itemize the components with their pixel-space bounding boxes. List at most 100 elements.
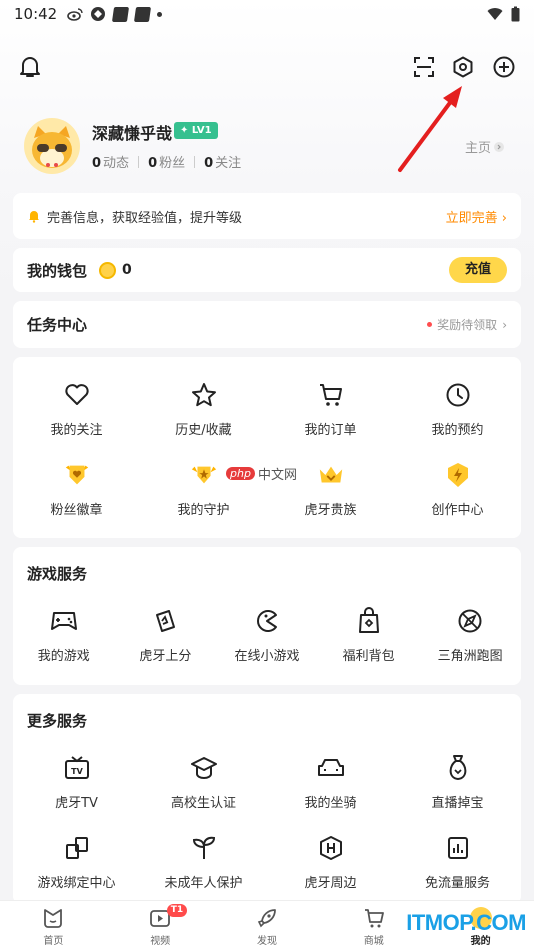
item-label: 虎牙贵族 [304, 503, 357, 518]
watermark-php: php 中文网 [226, 464, 297, 483]
student-verification-button[interactable]: 高校生认证 [140, 754, 267, 811]
more-services-row-1: TV 虎牙TV 高校生认证 我的坐骑 直播掉宝 [13, 754, 521, 811]
tv-icon: TV [63, 754, 91, 782]
complete-now-link[interactable]: 立即完善 › [446, 207, 507, 226]
huya-merch-button[interactable]: 虎牙周边 [267, 834, 394, 891]
my-follows-button[interactable]: 我的关注 [13, 381, 140, 438]
my-games-button[interactable]: 我的游戏 [13, 607, 115, 664]
item-label: 免流量服务 [424, 876, 490, 891]
item-label: 福利背包 [342, 649, 395, 664]
task-center-title: 任务中心 [27, 316, 88, 334]
item-label: 三角洲跑图 [437, 649, 503, 664]
crown-icon [317, 461, 345, 489]
item-label: 我的关注 [50, 423, 103, 438]
item-label: 游戏绑定中心 [37, 876, 116, 891]
scan-icon[interactable] [409, 52, 439, 82]
my-reservations-button[interactable]: 我的预约 [394, 381, 521, 438]
item-label: 我的游戏 [37, 649, 90, 664]
data-free-service-button[interactable]: 免流量服务 [394, 834, 521, 891]
compass-icon [456, 607, 484, 635]
divider [194, 155, 196, 168]
fan-badge-icon [63, 461, 91, 489]
svg-text:TV: TV [71, 767, 83, 776]
level-badge: ✦ LV1 [174, 122, 218, 139]
add-icon[interactable] [489, 52, 519, 82]
bind-icon [63, 834, 91, 862]
item-label: 虎牙TV [55, 796, 98, 811]
watermark-itmop: ITMOP.COM [406, 910, 526, 935]
item-label: 我的坐骑 [304, 796, 357, 811]
car-icon [317, 754, 345, 782]
battery-icon [511, 6, 520, 22]
profile-stats: 0 动态 0 粉丝 0 关注 [92, 152, 241, 171]
rocket-icon [257, 909, 276, 928]
graduation-cap-icon [190, 754, 218, 782]
stat-posts[interactable]: 0 动态 [92, 152, 129, 171]
nav-home[interactable]: 首页 [0, 901, 107, 950]
profile-completion-banner[interactable]: 完善信息，获取经验值，提升等级 立即完善 › [13, 193, 521, 239]
level-text: LV1 [191, 125, 212, 136]
more-services-title: 更多服务 [27, 712, 88, 730]
wallet-card[interactable]: 我的钱包 0 充值 [13, 248, 521, 292]
homepage-link[interactable]: 主页 [465, 137, 504, 156]
rank-up-button[interactable]: 虎牙上分 [115, 607, 217, 664]
gamepad-icon [50, 607, 78, 635]
recharge-button[interactable]: 充值 [448, 257, 507, 283]
home-icon [44, 909, 63, 928]
header-toolbar [0, 52, 534, 86]
nav-label: 发现 [256, 936, 277, 947]
pacman-icon [253, 607, 281, 635]
chevron-right-icon [494, 141, 504, 152]
more-services-card: 更多服务 TV 虎牙TV 高校生认证 我的坐骑 直播掉宝 游戏绑定中心 未成年人… [13, 694, 521, 904]
game-services-title: 游戏服务 [27, 565, 88, 583]
status-time: 10:42 [14, 5, 58, 23]
item-label: 在线小游戏 [234, 649, 300, 664]
nav-label: 商城 [363, 936, 384, 947]
weibo-icon [67, 8, 83, 21]
delta-map-button[interactable]: 三角洲跑图 [419, 607, 521, 664]
item-label: 我的预约 [431, 423, 484, 438]
my-mount-button[interactable]: 我的坐骑 [267, 754, 394, 811]
avatar[interactable] [24, 118, 80, 174]
welfare-bag-button[interactable]: 福利背包 [318, 607, 420, 664]
red-dot-indicator [427, 322, 433, 327]
lightning-icon [444, 461, 472, 489]
settings-icon[interactable] [448, 52, 478, 82]
wallet-balance: 0 [122, 262, 132, 278]
nav-video[interactable]: T1 视频 [107, 901, 214, 950]
watermark-php-text: 中文网 [257, 468, 297, 483]
game-binding-center-button[interactable]: 游戏绑定中心 [13, 834, 140, 891]
bell-icon [29, 211, 39, 223]
status-bar: 10:42 [0, 0, 534, 28]
wifi-icon [487, 8, 503, 20]
history-favorites-button[interactable]: 历史/收藏 [140, 381, 267, 438]
huya-tv-button[interactable]: TV 虎牙TV [13, 754, 140, 811]
item-label: 虎牙周边 [304, 876, 357, 891]
reward-status[interactable]: 奖励待领取 › [427, 316, 507, 333]
online-minigames-button[interactable]: 在线小游戏 [216, 607, 318, 664]
my-orders-button[interactable]: 我的订单 [267, 381, 394, 438]
minor-protection-button[interactable]: 未成年人保护 [140, 834, 267, 891]
profile-section[interactable]: 深藏慊乎哉 ✦ LV1 0 动态 0 粉丝 0 关注 主页 [24, 112, 514, 184]
merch-icon [317, 834, 345, 862]
username: 深藏慊乎哉 [92, 124, 173, 143]
creator-center-button[interactable]: 创作中心 [394, 461, 521, 518]
item-label: 我的订单 [304, 423, 357, 438]
task-center-card[interactable]: 任务中心 奖励待领取 › [13, 301, 521, 348]
watermark-php-logo: php [226, 467, 255, 480]
stat-fans[interactable]: 0 粉丝 [148, 152, 185, 171]
shop-cart-icon [364, 909, 384, 928]
notification-bell-icon[interactable] [15, 52, 45, 82]
item-label: 未成年人保护 [164, 876, 243, 891]
stat-following[interactable]: 0 关注 [204, 152, 241, 171]
bag-icon [355, 607, 383, 635]
reward-text: 奖励待领取 [437, 318, 498, 332]
live-drops-button[interactable]: 直播掉宝 [394, 754, 521, 811]
video-badge: T1 [166, 904, 188, 917]
fan-badge-button[interactable]: 粉丝徽章 [13, 461, 140, 518]
heart-icon [63, 381, 91, 409]
more-notifications-icon [157, 11, 163, 17]
item-label: 直播掉宝 [431, 796, 484, 811]
nav-discover[interactable]: 发现 [214, 901, 321, 950]
guard-icon [190, 461, 218, 489]
